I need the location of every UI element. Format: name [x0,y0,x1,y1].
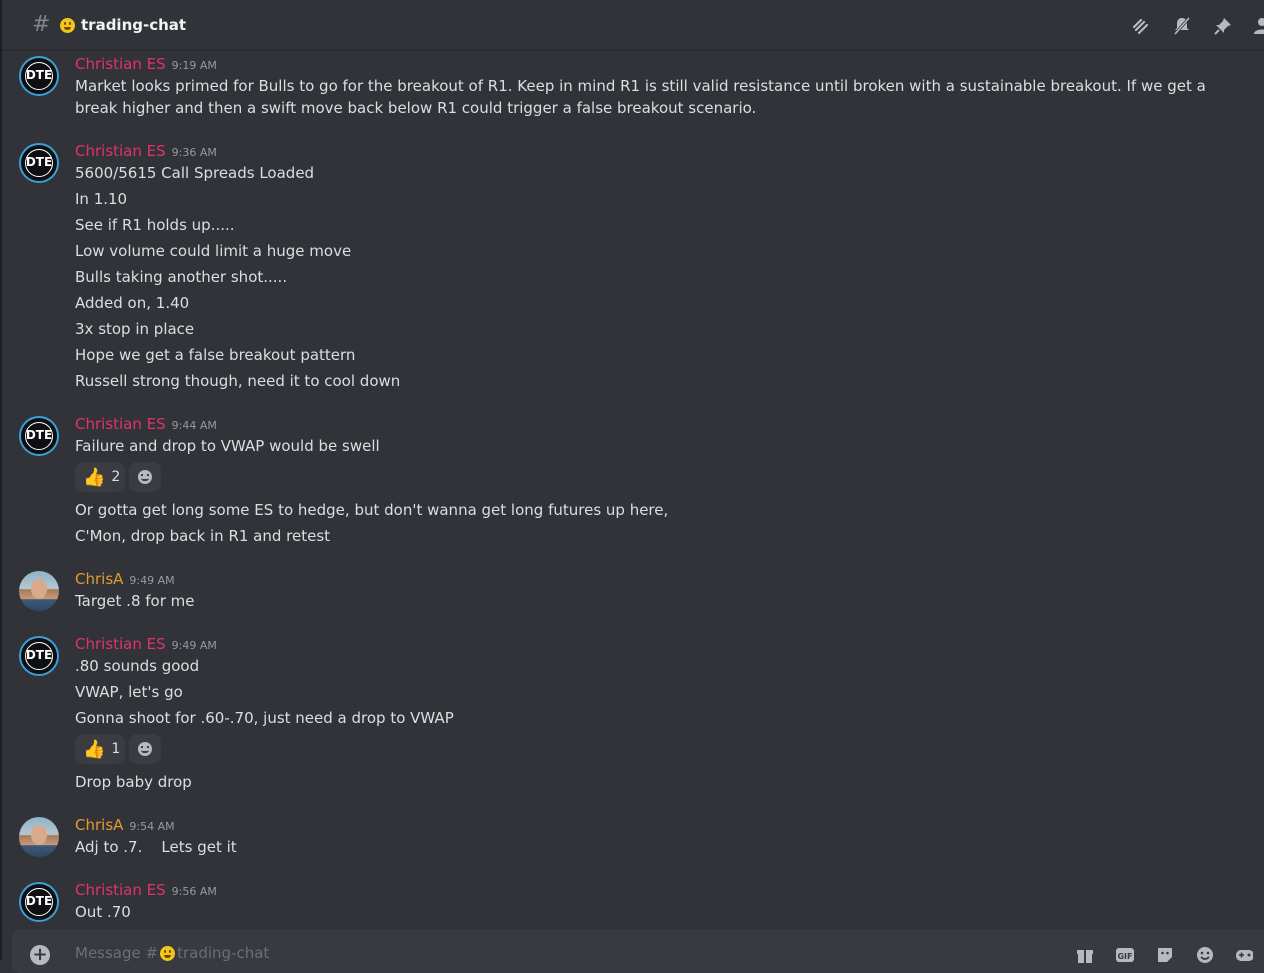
add-reaction-icon [138,742,152,756]
timestamp: 9:56 AM [171,885,217,898]
reaction-thumbs-up[interactable]: 👍 2 [75,462,125,492]
message-text: Russell strong though, need it to cool d… [75,372,401,390]
apps-icon[interactable] [1235,945,1253,965]
add-reaction-button[interactable] [129,462,161,492]
threads-icon[interactable] [1132,16,1152,36]
avatar[interactable]: DTE [19,636,59,676]
message-text: .80 sounds good [75,657,200,675]
message-text: Out .70 [75,903,131,921]
message-text: Bulls taking another shot..... [75,268,288,286]
message-text: Or gotta get long some ES to hedge, but … [75,501,669,519]
message-header: Christian ES 9:36 AM [75,141,217,163]
message-text: Adj to .7. Lets get it [75,838,237,856]
message-text: C'Mon, drop back in R1 and retest [75,527,331,545]
timestamp: 9:36 AM [171,146,217,159]
message-text: See if R1 holds up..... [75,216,235,234]
timestamp: 9:54 AM [129,820,175,833]
message-list[interactable]: DTE Christian ES 9:19 AM Market looks pri… [2,51,1264,928]
message-text: Failure and drop to VWAP would be swell [75,437,380,455]
timestamp: 9:19 AM [171,59,217,72]
thumbs-up-icon: 👍 [83,466,106,488]
member-list-icon[interactable] [1252,16,1264,36]
sticker-icon[interactable] [1155,945,1175,965]
message-header: Christian ES 9:56 AM [75,880,217,902]
add-reaction-icon [138,470,152,484]
timestamp: 9:49 AM [171,639,217,652]
message-text: Hope we get a false breakout pattern [75,346,356,364]
avatar[interactable]: DTE [19,56,59,96]
message-text: Added on, 1.40 [75,294,190,312]
message-header: Christian ES 9:44 AM [75,414,217,436]
thumbs-up-icon: 👍 [83,738,106,760]
mute-notifications-icon[interactable] [1172,16,1192,36]
message-text: Low volume could limit a huge move [75,242,352,260]
reaction-count: 1 [111,741,121,757]
message-text: Market looks primed for Bulls to go for … [75,77,1206,117]
avatar[interactable] [19,571,59,611]
avatar[interactable] [19,817,59,857]
reaction-thumbs-up[interactable]: 👍 1 [75,734,125,764]
message-text: In 1.10 [75,190,128,208]
grinning-emoji-icon [60,18,75,33]
message-header: ChrisA 9:49 AM [75,569,175,591]
pin-icon[interactable] [1213,16,1233,36]
channel-title: trading-chat [81,16,187,34]
add-reaction-button[interactable] [129,734,161,764]
message-text: 3x stop in place [75,320,195,338]
author-name[interactable]: Christian ES [75,635,166,653]
text-channel-hash-icon: # [32,12,51,37]
message-text: Target .8 for me [75,592,195,610]
author-name[interactable]: ChrisA [75,570,123,588]
message-header: ChrisA 9:54 AM [75,815,175,837]
channel-header: # trading-chat [2,0,1264,51]
message-header: Christian ES 9:49 AM [75,634,217,656]
message-text: VWAP, let's go [75,683,183,701]
author-name[interactable]: Christian ES [75,415,166,433]
timestamp: 9:44 AM [171,419,217,432]
grinning-emoji-icon [160,946,176,961]
avatar[interactable]: DTE [19,143,59,183]
author-name[interactable]: Christian ES [75,881,166,899]
author-name[interactable]: Christian ES [75,142,166,160]
message-text: 5600/5615 Call Spreads Loaded [75,164,315,182]
add-attachment-icon[interactable]: + [30,945,50,965]
message-text: Gonna shoot for .60-.70, just need a dro… [75,709,454,727]
message-header: Christian ES 9:19 AM [75,54,217,76]
message-composer[interactable]: + Message # trading-chat GIF [12,929,1264,973]
message-text: Drop baby drop [75,773,192,791]
avatar[interactable]: DTE [19,416,59,456]
timestamp: 9:49 AM [129,574,175,587]
gift-icon[interactable] [1075,945,1095,965]
author-name[interactable]: ChrisA [75,816,123,834]
message-input[interactable]: Message # trading-chat [75,943,269,963]
reaction-count: 2 [111,469,121,485]
author-name[interactable]: Christian ES [75,55,166,73]
gif-icon[interactable]: GIF [1115,945,1135,965]
emoji-icon[interactable] [1195,945,1215,965]
avatar[interactable]: DTE [19,882,59,922]
